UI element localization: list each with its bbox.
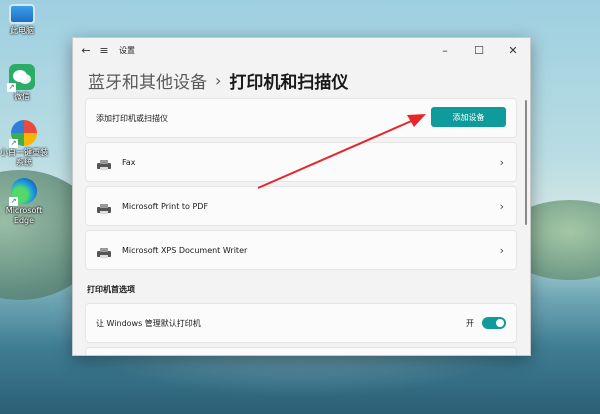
manage-default-printer-toggle[interactable] <box>482 317 506 329</box>
desktop-icon-this-pc[interactable]: 此电脑 <box>0 4 48 36</box>
wechat-icon: ↗ <box>7 64 35 92</box>
desktop-icon-wechat[interactable]: ↗ 微信 <box>0 64 48 102</box>
xiaobai-app-icon: ↗ <box>9 120 37 148</box>
add-device-button[interactable]: 添加设备 <box>431 107 506 127</box>
scrollbar[interactable] <box>525 100 527 225</box>
title-bar: ← ≡ 设置 – ☐ ✕ <box>73 38 530 62</box>
printer-icon <box>96 156 112 170</box>
minimize-button[interactable]: – <box>428 44 462 57</box>
close-button[interactable]: ✕ <box>496 44 530 57</box>
hamburger-menu-icon[interactable]: ≡ <box>95 44 113 57</box>
printer-item-print-to-pdf[interactable]: Microsoft Print to PDF › <box>85 186 517 226</box>
manage-default-printer-label: 让 Windows 管理默认打印机 <box>96 318 201 328</box>
window-title: 设置 <box>119 45 135 55</box>
desktop-icon-xiaobai[interactable]: ↗ 小白一键重装系统 <box>0 120 50 168</box>
printer-icon <box>96 200 112 214</box>
printer-name: Microsoft XPS Document Writer <box>122 245 248 255</box>
toggle-state-label: 开 <box>466 318 474 328</box>
add-printer-card: 添加打印机或扫描仪 添加设备 <box>85 98 517 138</box>
edge-icon: ↗ <box>9 178 37 206</box>
monitor-icon <box>9 4 35 24</box>
breadcrumb-parent-link[interactable]: 蓝牙和其他设备 <box>88 68 207 93</box>
printer-name: Microsoft Print to PDF <box>122 201 209 211</box>
printer-item-fax[interactable]: Fax › <box>85 142 517 182</box>
section-title-printer-preferences: 打印机首选项 <box>87 285 135 294</box>
printer-item-xps-writer[interactable]: Microsoft XPS Document Writer › <box>85 230 517 270</box>
settings-content: 添加打印机或扫描仪 添加设备 Fax › Microsoft Print to … <box>85 98 517 355</box>
printer-icon <box>96 244 112 258</box>
settings-window: ← ≡ 设置 – ☐ ✕ 蓝牙和其他设备 › 打印机和扫描仪 添加打印机或扫描仪… <box>72 37 531 356</box>
desktop-icon-edge[interactable]: ↗ Microsoft Edge <box>0 178 50 226</box>
chevron-right-icon: › <box>499 199 504 213</box>
desktop-icon-label: Microsoft Edge <box>5 206 43 225</box>
chevron-right-icon: › <box>499 243 504 257</box>
printer-name: Fax <box>122 157 136 167</box>
desktop-icon-label: 此电脑 <box>10 26 34 35</box>
back-arrow-icon[interactable]: ← <box>77 44 95 57</box>
desktop-icon-label: 小白一键重装系统 <box>0 148 48 167</box>
breadcrumb: 蓝牙和其他设备 › 打印机和扫描仪 <box>88 66 530 94</box>
desktop-icon-label: 微信 <box>14 92 30 101</box>
next-setting-row-partial <box>85 347 517 355</box>
manage-default-printer-row: 让 Windows 管理默认打印机 开 <box>85 303 517 343</box>
page-title: 打印机和扫描仪 <box>229 72 349 93</box>
breadcrumb-separator: › <box>215 70 222 90</box>
add-printer-label: 添加打印机或扫描仪 <box>96 113 168 123</box>
maximize-button[interactable]: ☐ <box>462 44 496 57</box>
chevron-right-icon: › <box>499 155 504 169</box>
